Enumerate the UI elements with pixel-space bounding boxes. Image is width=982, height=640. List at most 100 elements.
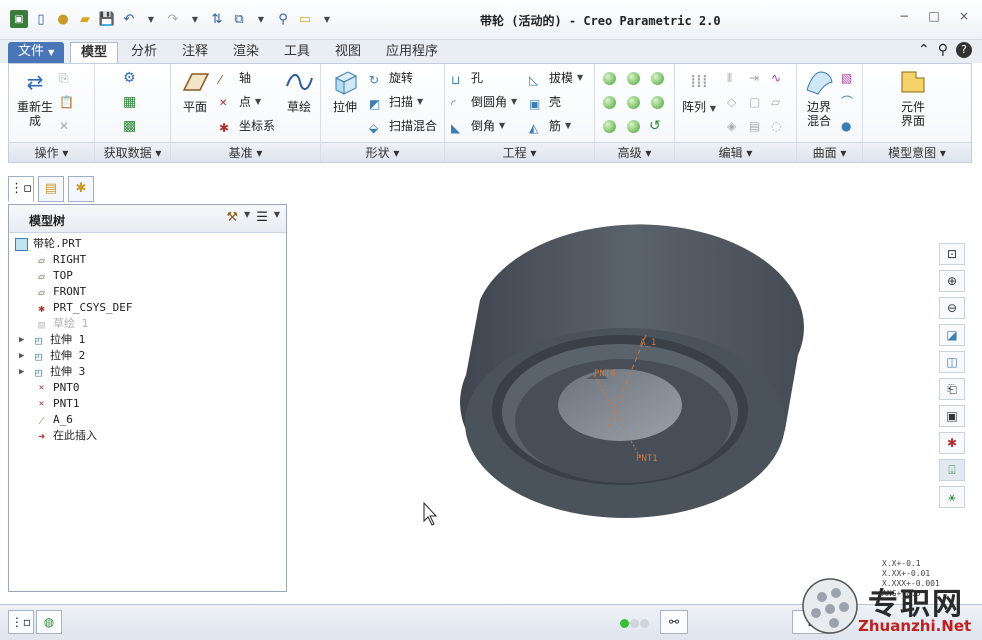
tab-annotate[interactable]: 注释 [172, 42, 218, 63]
advanced-feature-icon[interactable] [603, 72, 616, 85]
redo-dropdown-icon[interactable]: ▼ [186, 10, 204, 28]
expand-icon[interactable]: ▶ [19, 348, 27, 364]
zoom-in-button[interactable]: ⊕ [939, 270, 965, 292]
style-icon[interactable]: ⌒ [841, 92, 853, 112]
shell-button[interactable]: ▣ 壳 [529, 92, 561, 112]
pattern-button[interactable]: ⁞⁞⁞ 阵列 ▼ [677, 68, 721, 116]
model-tree-tab[interactable]: ⋮▫ [8, 176, 34, 202]
solidify-icon[interactable]: ◌ [771, 116, 781, 136]
annotation-display-button[interactable]: ⍗ [939, 459, 965, 481]
toroidal-bend-icon[interactable]: ↺ [649, 116, 661, 136]
new-file-icon[interactable]: ▯ [32, 10, 50, 28]
tab-view[interactable]: 视图 [325, 42, 371, 63]
expand-icon[interactable]: ▶ [19, 332, 27, 348]
tree-item-insert-here[interactable]: ➜ 在此插入 [35, 428, 97, 444]
favorites-tab[interactable]: ✱ [68, 176, 94, 202]
fill-icon[interactable]: ▧ [841, 68, 852, 88]
group-label-edit[interactable]: 编辑 ▾ [675, 142, 796, 162]
graphics-viewport[interactable]: A_1 PNT0 PNT1 [290, 165, 940, 605]
draft-button[interactable]: ◺ 拔模 ▼ [529, 68, 583, 88]
advanced-feature-icon[interactable] [627, 72, 640, 85]
thicken-icon[interactable]: ▤ [749, 116, 760, 136]
search-icon[interactable]: ⚲ [274, 10, 292, 28]
toggle-navigator-button[interactable]: ⋮▫ [8, 610, 34, 634]
help-icon[interactable]: ? [956, 42, 972, 58]
toggle-browser-button[interactable]: ◍ [36, 610, 62, 634]
plane-button[interactable]: 平面 [173, 68, 217, 114]
windows-dropdown-icon[interactable]: ▼ [252, 10, 270, 28]
tree-columns-dropdown-icon[interactable]: ▼ [274, 210, 280, 225]
close-button[interactable]: × [954, 9, 974, 27]
chamfer-button[interactable]: ◣ 倒角 ▼ [451, 116, 505, 136]
offset-icon[interactable]: ▱ [771, 92, 780, 112]
tree-item-a6[interactable]: ⁄ A_6 [35, 412, 73, 428]
group-label-datum[interactable]: 基准 ▾ [171, 142, 320, 162]
advanced-feature-icon[interactable] [627, 120, 640, 133]
point-button[interactable]: ✕ 点 ▼ [219, 92, 261, 112]
refit-button[interactable]: ⊡ [939, 243, 965, 265]
tree-item-part[interactable]: 带轮.PRT [15, 236, 82, 252]
boundary-blend-button[interactable]: 边界混合 [797, 68, 841, 128]
tree-item-extrude-1[interactable]: ▶ ◰ 拉伸 1 [19, 332, 85, 348]
copy-icon[interactable]: ⎘ [59, 68, 69, 88]
tab-file[interactable]: 文件 ▼ [8, 42, 65, 63]
group-label-surfaces[interactable]: 曲面 ▾ [797, 142, 862, 162]
copy-geometry-icon[interactable]: ▦ [123, 92, 136, 112]
tree-item-pnt1[interactable]: ✕ PNT1 [35, 396, 80, 412]
tab-analysis[interactable]: 分析 [121, 42, 167, 63]
tab-tools[interactable]: 工具 [274, 42, 320, 63]
undo-icon[interactable]: ↶ [120, 10, 138, 28]
redo-icon[interactable]: ↷ [164, 10, 182, 28]
advanced-feature-icon[interactable] [603, 120, 616, 133]
paste-icon[interactable]: 📋 [59, 92, 74, 112]
tree-item-extrude-2[interactable]: ▶ ◰ 拉伸 2 [19, 348, 85, 364]
component-interface-button[interactable]: 元件界面 [891, 68, 935, 128]
app-icon[interactable]: ▣ [10, 10, 28, 28]
group-label-advanced[interactable]: 高级 ▾ [595, 142, 674, 162]
group-label-get-data[interactable]: 获取数据 ▾ [95, 142, 170, 162]
zoom-out-button[interactable]: ⊖ [939, 297, 965, 319]
revolve-button[interactable]: ↻ 旋转 [369, 68, 413, 88]
trim-icon[interactable]: ▢ [749, 92, 760, 112]
datum-display-button[interactable]: ✱ [939, 432, 965, 454]
project-icon[interactable]: ∿ [771, 68, 781, 88]
saved-orientations-button[interactable]: ⎗ [939, 378, 965, 400]
undo-dropdown-icon[interactable]: ▼ [142, 10, 160, 28]
advanced-feature-icon[interactable] [603, 96, 616, 109]
group-label-shapes[interactable]: 形状 ▾ [321, 142, 444, 162]
tree-settings-dropdown-icon[interactable]: ▼ [244, 210, 250, 225]
maximize-button[interactable]: □ [924, 9, 944, 27]
advanced-feature-icon[interactable] [651, 96, 664, 109]
extend-icon[interactable]: ⇥ [749, 68, 759, 88]
csys-button[interactable]: ✱ 坐标系 [219, 116, 275, 136]
customize-toolbar-icon[interactable]: ▼ [318, 10, 336, 28]
group-label-operations[interactable]: 操作 ▾ [9, 142, 94, 162]
tree-item-extrude-3[interactable]: ▶ ◰ 拉伸 3 [19, 364, 85, 380]
round-button[interactable]: ◜ 倒圆角 ▼ [451, 92, 517, 112]
freestyle-icon[interactable]: ● [841, 116, 851, 136]
sweep-button[interactable]: ◩ 扫描 ▼ [369, 92, 423, 112]
expand-icon[interactable]: ▶ [19, 364, 27, 380]
collapse-ribbon-icon[interactable]: ⌃ [918, 42, 930, 58]
tab-applications[interactable]: 应用程序 [376, 42, 448, 63]
view-manager-button[interactable]: ▣ [939, 405, 965, 427]
delete-icon[interactable]: ✕ [59, 116, 69, 136]
tab-render[interactable]: 渲染 [223, 42, 269, 63]
merge-icon[interactable]: ◇ [727, 92, 736, 112]
regenerate-button[interactable]: ⇄ 重新生成 [13, 68, 57, 128]
regenerate-icon[interactable]: ⇅ [208, 10, 226, 28]
search-icon[interactable]: ⚲ [938, 42, 948, 58]
display-style-button[interactable]: ◫ [939, 351, 965, 373]
minimize-button[interactable]: − [894, 9, 914, 27]
swept-blend-button[interactable]: ⬙ 扫描混合 [369, 116, 437, 136]
tree-item-top[interactable]: ▱ TOP [35, 268, 73, 284]
group-label-engineering[interactable]: 工程 ▾ [445, 142, 594, 162]
tree-item-pnt0[interactable]: ✕ PNT0 [35, 380, 80, 396]
tree-item-sketch[interactable]: ▨ 草绘 1 [35, 316, 88, 332]
pulley-model[interactable]: A_1 PNT0 PNT1 [460, 224, 804, 518]
open-folder-icon[interactable]: ▰ [76, 10, 94, 28]
folder-browser-tab[interactable]: ▤ [38, 176, 64, 202]
rib-button[interactable]: ◭ 筋 ▼ [529, 116, 571, 136]
tree-columns-icon[interactable]: ☰ [256, 210, 268, 225]
group-label-model-intent[interactable]: 模型意图 ▾ [863, 142, 971, 162]
